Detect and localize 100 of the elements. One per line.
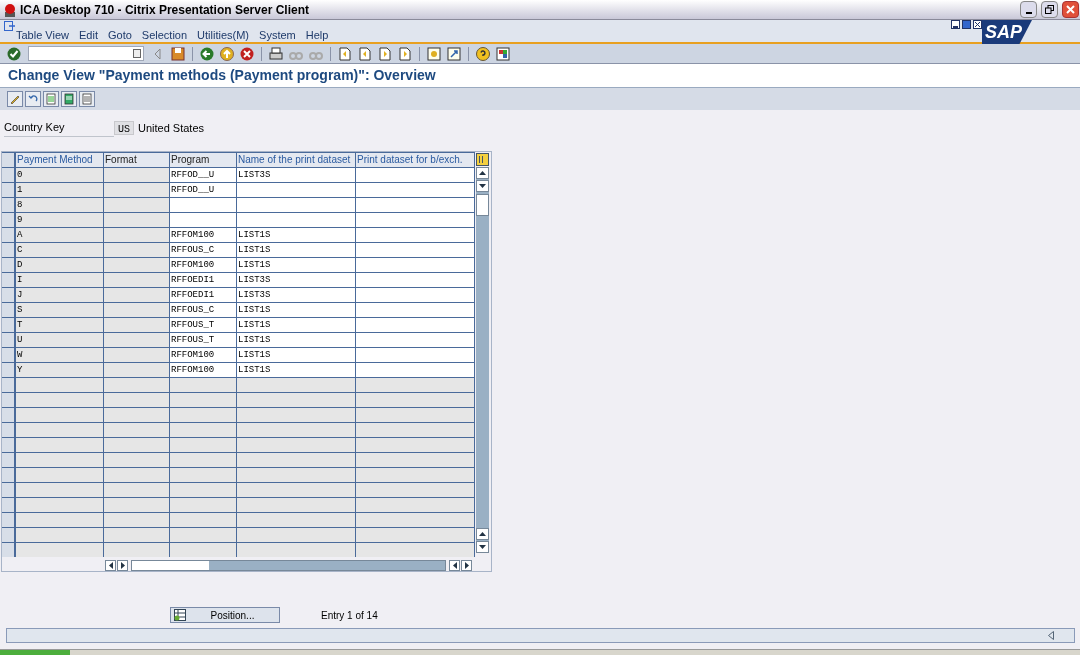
input-cell[interactable] xyxy=(356,363,475,377)
input-cell[interactable] xyxy=(356,258,475,272)
row-selector[interactable] xyxy=(2,168,16,182)
row-selector[interactable] xyxy=(2,543,16,557)
vertical-scrollbar[interactable] xyxy=(476,167,489,553)
page-icon[interactable] xyxy=(357,45,373,62)
input-cell[interactable] xyxy=(356,333,475,347)
input-cell[interactable]: RFFOM100 xyxy=(170,363,237,377)
column-header[interactable]: Print dataset for b/exch. xyxy=(356,153,475,167)
list-icon[interactable] xyxy=(79,91,95,107)
input-cell[interactable]: LIST1S xyxy=(237,333,356,347)
input-cell[interactable]: LIST1S xyxy=(237,303,356,317)
menu-item[interactable]: Goto xyxy=(107,29,132,41)
column-header[interactable]: Format xyxy=(104,153,170,167)
row-selector[interactable] xyxy=(2,243,16,257)
scroll-thumb[interactable] xyxy=(132,560,209,570)
input-cell[interactable]: RFFOUS_T xyxy=(170,333,237,347)
input-cell[interactable]: RFFOM100 xyxy=(170,228,237,242)
input-cell[interactable]: RFFOUS_T xyxy=(170,318,237,332)
row-selector[interactable] xyxy=(2,348,16,362)
input-cell[interactable]: RFFOD__U xyxy=(170,183,237,197)
menu-item[interactable]: Help xyxy=(305,29,329,41)
input-cell[interactable] xyxy=(356,228,475,242)
scroll-down-button[interactable] xyxy=(476,180,489,192)
input-cell[interactable]: RFFOD__U xyxy=(170,168,237,182)
scroll-down-button[interactable] xyxy=(476,541,489,553)
menu-item[interactable]: Table View xyxy=(16,29,69,41)
input-cell[interactable]: LIST3S xyxy=(237,288,356,302)
column-header[interactable]: Program xyxy=(170,153,237,167)
row-selector[interactable] xyxy=(2,288,16,302)
menu-item[interactable]: Selection xyxy=(141,29,188,41)
help-icon[interactable] xyxy=(475,45,491,62)
input-cell[interactable]: LIST1S xyxy=(237,258,356,272)
input-cell[interactable]: RFFOUS_C xyxy=(170,243,237,257)
minimize-icon[interactable] xyxy=(951,20,960,29)
scroll-right-button[interactable] xyxy=(117,559,128,571)
close-button[interactable] xyxy=(1062,1,1079,18)
save-icon[interactable] xyxy=(170,45,186,62)
input-cell[interactable] xyxy=(356,303,475,317)
input-cell[interactable]: RFFOEDI1 xyxy=(170,273,237,287)
input-cell[interactable]: LIST1S xyxy=(237,243,356,257)
input-cell[interactable] xyxy=(237,198,356,212)
row-selector[interactable] xyxy=(2,378,16,392)
input-cell[interactable] xyxy=(237,213,356,227)
input-cell[interactable]: LIST1S xyxy=(237,318,356,332)
scroll-thumb[interactable] xyxy=(476,194,489,216)
input-cell[interactable] xyxy=(356,213,475,227)
menu-item[interactable]: Edit xyxy=(79,29,98,41)
column-settings-icon[interactable] xyxy=(476,153,489,166)
row-selector[interactable] xyxy=(2,423,16,437)
scroll-right-button[interactable] xyxy=(461,559,472,571)
input-cell[interactable] xyxy=(170,198,237,212)
input-cell[interactable] xyxy=(356,243,475,257)
row-selector[interactable] xyxy=(2,363,16,377)
shortcut-icon[interactable] xyxy=(446,45,462,62)
dropdown-icon[interactable] xyxy=(133,49,141,58)
input-cell[interactable]: RFFOUS_C xyxy=(170,303,237,317)
input-cell[interactable] xyxy=(170,213,237,227)
row-selector[interactable] xyxy=(2,318,16,332)
row-selector[interactable] xyxy=(2,183,16,197)
cancel-icon[interactable] xyxy=(239,45,255,62)
row-selector[interactable] xyxy=(2,498,16,512)
print-icon[interactable] xyxy=(268,45,284,62)
menu-item[interactable]: System xyxy=(259,29,296,41)
input-cell[interactable]: RFFOM100 xyxy=(170,348,237,362)
triangle-left-icon[interactable] xyxy=(1048,631,1054,640)
input-cell[interactable] xyxy=(356,318,475,332)
row-selector[interactable] xyxy=(2,228,16,242)
row-selector[interactable] xyxy=(2,258,16,272)
page-icon[interactable] xyxy=(377,45,393,62)
layout-icon[interactable] xyxy=(495,45,511,62)
restore-button[interactable] xyxy=(1041,1,1058,18)
row-selector[interactable] xyxy=(2,213,16,227)
window-icon[interactable] xyxy=(426,45,442,62)
column-header[interactable]: Name of the print dataset xyxy=(237,153,356,167)
command-field[interactable] xyxy=(28,46,144,61)
row-selector[interactable] xyxy=(2,303,16,317)
input-cell[interactable] xyxy=(237,183,356,197)
list-icon[interactable] xyxy=(61,91,77,107)
scroll-left-button[interactable] xyxy=(449,559,460,571)
row-selector[interactable] xyxy=(2,468,16,482)
input-cell[interactable]: RFFOEDI1 xyxy=(170,288,237,302)
row-selector[interactable] xyxy=(2,513,16,527)
input-cell[interactable] xyxy=(356,183,475,197)
scroll-up-button[interactable] xyxy=(476,528,489,540)
position-button[interactable]: Position... xyxy=(170,607,280,623)
input-cell[interactable] xyxy=(356,168,475,182)
horizontal-scrollbar[interactable] xyxy=(131,559,446,571)
row-selector[interactable] xyxy=(2,528,16,542)
input-cell[interactable]: RFFOM100 xyxy=(170,258,237,272)
row-selector[interactable] xyxy=(2,273,16,287)
select-all-cell[interactable] xyxy=(2,153,16,167)
input-cell[interactable]: LIST1S xyxy=(237,228,356,242)
page-icon[interactable] xyxy=(337,45,353,62)
minimize-button[interactable] xyxy=(1020,1,1037,18)
input-cell[interactable]: LIST3S xyxy=(237,273,356,287)
row-selector[interactable] xyxy=(2,408,16,422)
system-menu-icon[interactable] xyxy=(4,21,16,31)
list-icon[interactable] xyxy=(43,91,59,107)
input-cell[interactable]: LIST1S xyxy=(237,348,356,362)
